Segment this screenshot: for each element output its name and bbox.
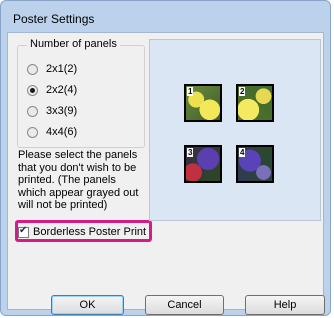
instructions-text: Please select the panels that you don't … xyxy=(18,149,139,211)
radio-option-2x2[interactable]: 2x2(4) xyxy=(27,82,77,98)
radio-label: 2x1(2) xyxy=(46,63,78,75)
radio-option-4x4[interactable]: 4x4(6) xyxy=(27,124,77,140)
dialog-body: Number of panels 2x1(2) 2x2(4) 3x3(9) 4x… xyxy=(7,32,325,315)
check-mark-icon: ✔ xyxy=(19,224,28,236)
cancel-button[interactable]: Cancel xyxy=(145,295,224,315)
dialog-title: Poster Settings xyxy=(13,12,95,26)
radio-option-3x3[interactable]: 3x3(9) xyxy=(27,103,77,119)
radio-button-selected[interactable] xyxy=(27,84,38,96)
preview-panel-4[interactable]: 4 xyxy=(236,145,274,183)
radio-option-2x1[interactable]: 2x1(2) xyxy=(27,61,77,77)
poster-preview-area: 1 2 3 4 xyxy=(149,39,321,221)
title-bar: Poster Settings xyxy=(1,1,330,31)
borderless-checkbox[interactable]: ✔ xyxy=(18,224,29,238)
preview-panel-3[interactable]: 3 xyxy=(184,145,222,183)
borderless-label: Borderless Poster Print xyxy=(33,226,147,238)
preview-panel-1[interactable]: 1 xyxy=(184,84,222,122)
radio-button[interactable] xyxy=(27,105,38,117)
radio-button[interactable] xyxy=(27,63,38,75)
panel-number: 4 xyxy=(239,148,246,157)
panel-number: 2 xyxy=(239,87,246,96)
preview-panel-2[interactable]: 2 xyxy=(236,84,274,122)
number-of-panels-legend: Number of panels xyxy=(27,38,120,50)
panel-number: 3 xyxy=(187,148,194,157)
ok-button[interactable]: OK xyxy=(51,295,124,315)
radio-label: 4x4(6) xyxy=(46,126,78,138)
radio-label: 2x2(4) xyxy=(46,84,78,96)
radio-button[interactable] xyxy=(27,126,38,138)
panel-number: 1 xyxy=(187,87,194,96)
help-button[interactable]: Help xyxy=(245,295,325,315)
radio-label: 3x3(9) xyxy=(46,105,78,117)
borderless-poster-print-option[interactable]: ✔ Borderless Poster Print xyxy=(18,224,147,238)
poster-settings-dialog: Poster Settings Number of panels 2x1(2) … xyxy=(0,0,331,316)
